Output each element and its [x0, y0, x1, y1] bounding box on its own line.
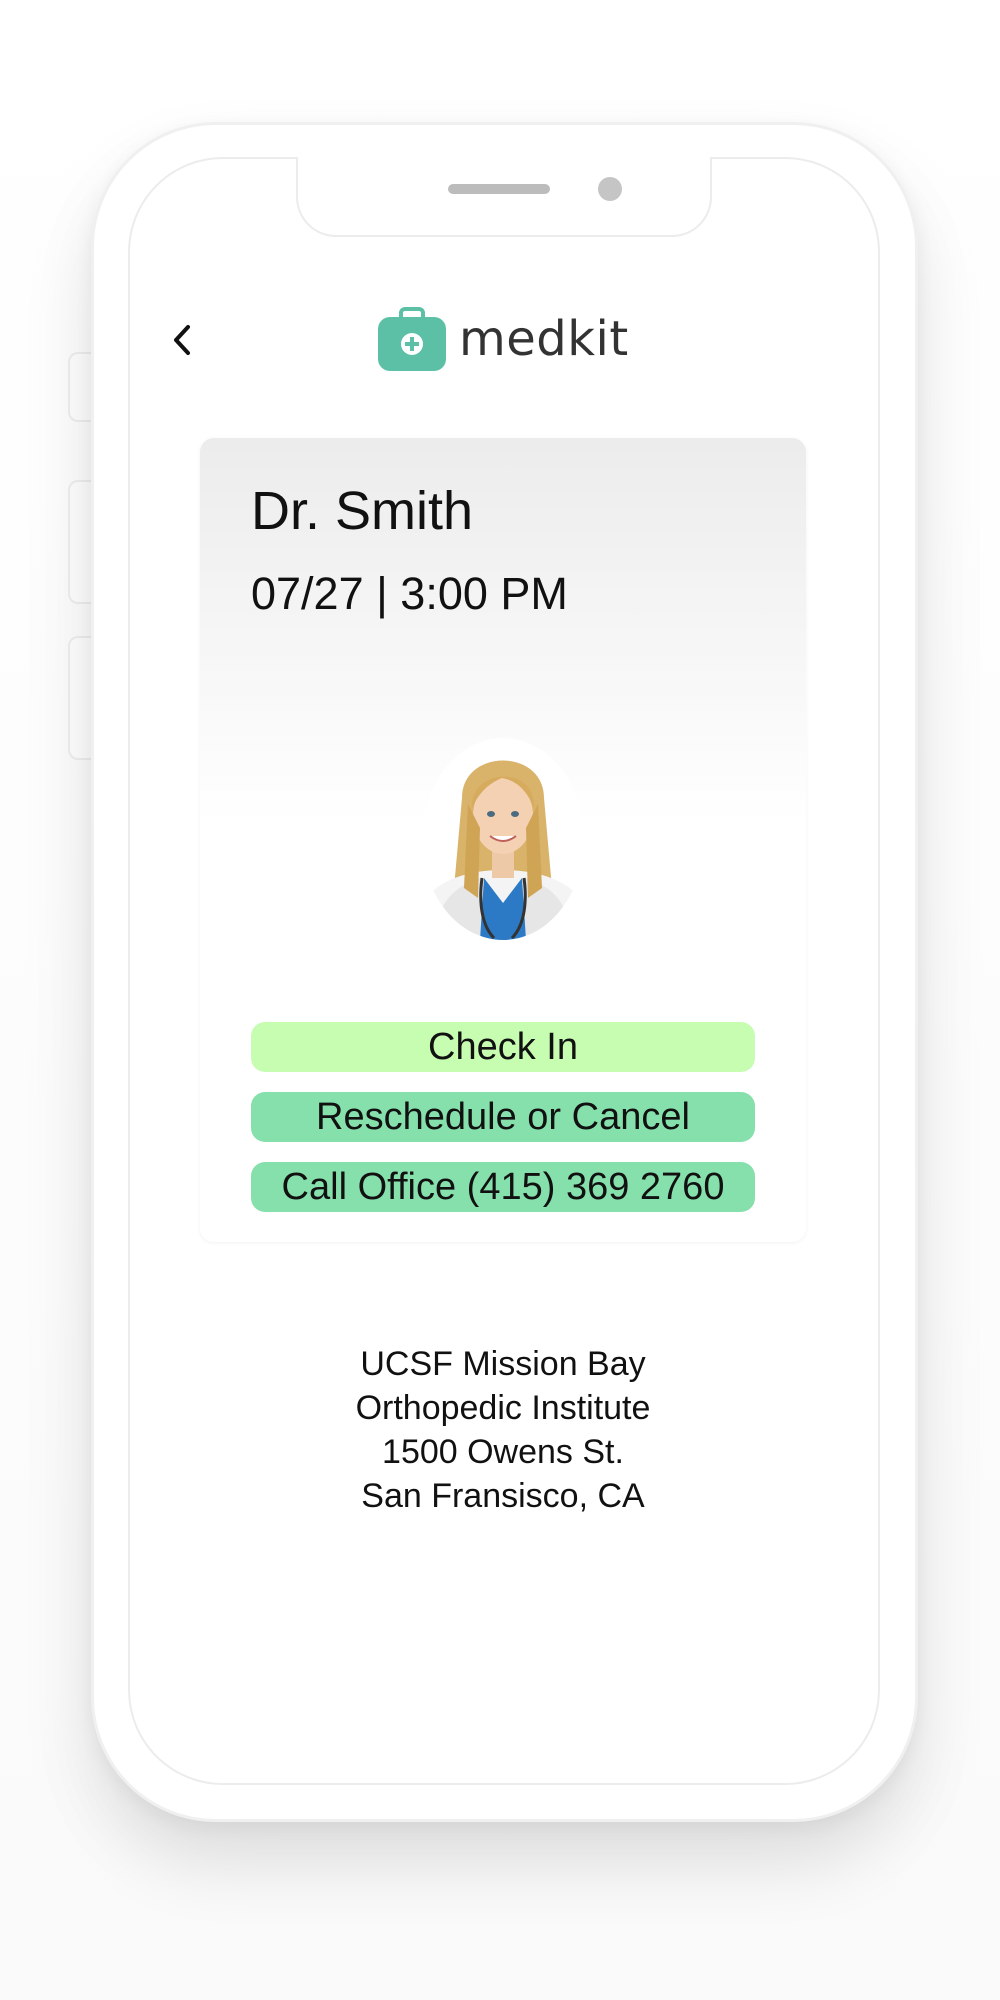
- address-line: 1500 Owens St.: [382, 1433, 624, 1471]
- app-logo: medkit: [377, 306, 629, 372]
- front-camera: [598, 177, 622, 201]
- reschedule-cancel-button[interactable]: Reschedule or Cancel: [251, 1092, 755, 1142]
- doctor-name: Dr. Smith: [251, 481, 474, 541]
- chevron-left-icon: [174, 325, 190, 355]
- address-line: Orthopedic Institute: [355, 1389, 651, 1427]
- call-office-button[interactable]: Call Office (415) 369 2760: [251, 1162, 755, 1212]
- back-button[interactable]: [160, 318, 204, 362]
- phone-notch: [296, 157, 712, 237]
- address-line: San Fransisco, CA: [361, 1477, 645, 1515]
- app-name: medkit: [459, 311, 629, 367]
- speaker-grille: [448, 184, 550, 194]
- appointment-datetime: 07/27 | 3:00 PM: [251, 568, 568, 619]
- medical-kit-icon: [377, 306, 447, 372]
- check-in-button[interactable]: Check In: [251, 1022, 755, 1072]
- appointment-card: Dr. Smith 07/27 | 3:00 PM Check In Resch…: [200, 438, 806, 1242]
- mockup-canvas: medkit Dr. Smith 07/27 | 3:00 PM Check I…: [0, 0, 1000, 2000]
- address-line: UCSF Mission Bay: [360, 1345, 646, 1383]
- office-address: UCSF Mission Bay Orthopedic Institute 15…: [250, 1342, 756, 1518]
- doctor-avatar: [422, 738, 584, 940]
